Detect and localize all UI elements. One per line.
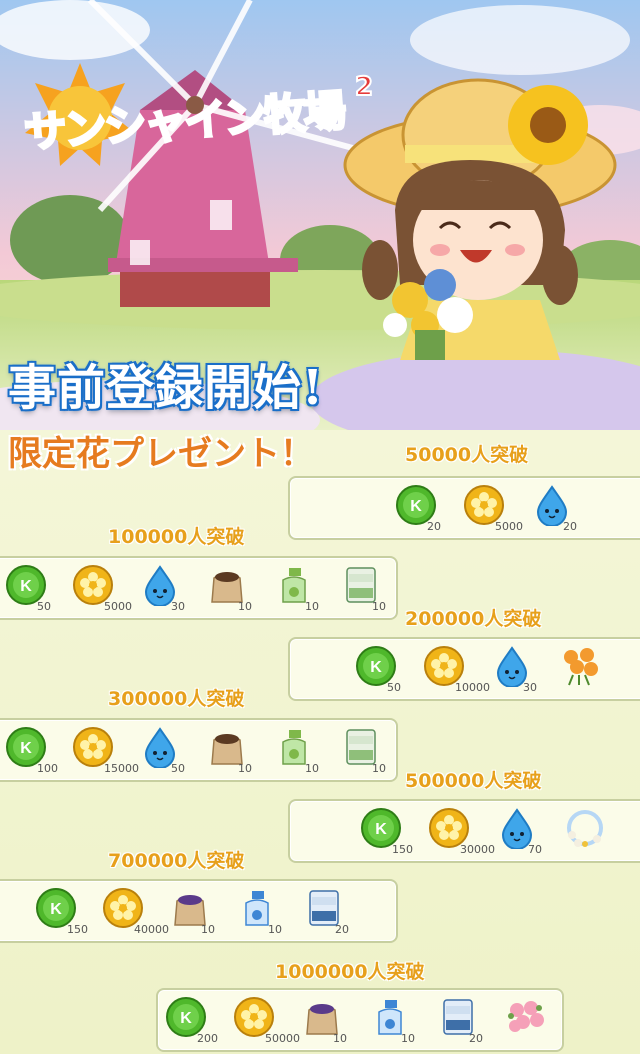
orange-lily-flower-icon xyxy=(559,645,601,687)
reward-quantity: 30 xyxy=(171,600,185,613)
reward-quantity: 10 xyxy=(305,762,319,775)
reward-quantity: 20 xyxy=(335,923,349,936)
reward-quantity: 20 xyxy=(427,520,441,533)
tier-threshold-label: 100000人突破 xyxy=(108,526,245,548)
reward-quantity: 40000 xyxy=(134,923,169,936)
tier-threshold-label: 200000人突破 xyxy=(405,608,542,630)
svg-text:K: K xyxy=(50,901,62,918)
headline: 事前登録開始! xyxy=(8,360,325,416)
reward-quantity: 10 xyxy=(305,600,319,613)
tier-threshold-label: 500000人突破 xyxy=(405,770,542,792)
svg-text:K: K xyxy=(20,740,32,757)
tier-threshold-label: 300000人突破 xyxy=(108,688,245,710)
reward-panel xyxy=(0,556,398,620)
reward-quantity: 70 xyxy=(528,843,542,856)
reward-quantity: 50 xyxy=(171,762,185,775)
tier-threshold-label: 50000人突破 xyxy=(405,444,529,466)
reward-quantity: 150 xyxy=(67,923,88,936)
game-logo-edition: 2 xyxy=(354,71,374,103)
reward-quantity: 50000 xyxy=(265,1032,300,1045)
reward-quantity: 50 xyxy=(387,681,401,694)
pink-rose-bouquet-icon xyxy=(505,996,547,1038)
reward-quantity: 100 xyxy=(37,762,58,775)
reward-quantity: 10000 xyxy=(455,681,490,694)
reward-quantity: 10 xyxy=(401,1032,415,1045)
tier-threshold-label: 1000000人突破 xyxy=(275,961,425,983)
reward-quantity: 10 xyxy=(372,762,386,775)
subhead: 限定花プレゼント！ xyxy=(8,434,314,474)
reward-quantity: 10 xyxy=(372,600,386,613)
reward-quantity: 5000 xyxy=(495,520,523,533)
reward-quantity: 10 xyxy=(201,923,215,936)
reward-quantity: 5000 xyxy=(104,600,132,613)
reward-quantity: 30 xyxy=(523,681,537,694)
reward-quantity: 10 xyxy=(268,923,282,936)
sunflower-icon xyxy=(508,85,588,165)
svg-text:K: K xyxy=(180,1010,192,1027)
reward-quantity: 200 xyxy=(197,1032,218,1045)
hero-banner: サンシャイン牧場 2 事前登録開始! xyxy=(0,0,640,460)
svg-text:K: K xyxy=(375,821,387,838)
reward-quantity: 10 xyxy=(238,600,252,613)
reward-quantity: 30000 xyxy=(460,843,495,856)
flower-wreath-icon xyxy=(564,807,606,849)
reward-quantity: 20 xyxy=(563,520,577,533)
reward-quantity: 15000 xyxy=(104,762,139,775)
svg-text:K: K xyxy=(20,578,32,595)
reward-quantity: 50 xyxy=(37,600,51,613)
reward-quantity: 10 xyxy=(333,1032,347,1045)
svg-text:K: K xyxy=(410,498,422,515)
reward-quantity: 150 xyxy=(392,843,413,856)
reward-quantity: 20 xyxy=(469,1032,483,1045)
reward-panel xyxy=(0,718,398,782)
reward-quantity: 10 xyxy=(238,762,252,775)
svg-text:K: K xyxy=(370,659,382,676)
tier-threshold-label: 700000人突破 xyxy=(108,850,245,872)
